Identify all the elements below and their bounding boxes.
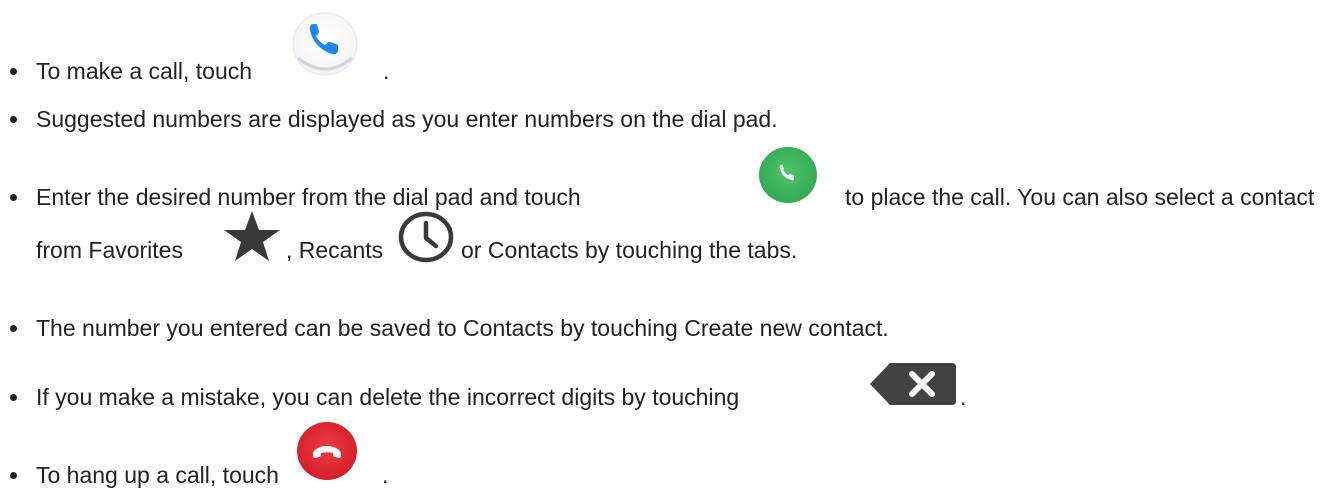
item-text: or Contacts by touching the tabs. <box>461 237 798 263</box>
green-call-button-icon <box>744 143 832 207</box>
bullet <box>10 116 17 123</box>
list-item: To make a call, touch . <box>0 12 1329 85</box>
list-item: The number you entered can be saved to C… <box>0 314 1329 342</box>
item-text-end: . <box>383 58 390 84</box>
bullet <box>10 325 17 332</box>
list-item: Suggested numbers are displayed as you e… <box>0 105 1329 133</box>
item-text: Suggested numbers are displayed as you e… <box>36 106 778 132</box>
clock-icon <box>398 211 454 263</box>
item-text: , Recants <box>286 237 384 263</box>
star-icon <box>222 209 282 263</box>
document-page: To make a call, touch . Suggested number… <box>0 0 1329 496</box>
list-item: To hang up a call, touch . <box>0 422 1329 489</box>
backspace-delete-icon <box>868 361 958 407</box>
item-text: To hang up a call, touch <box>36 462 279 488</box>
item-text: from Favorites <box>36 237 183 263</box>
item-text: The number you entered can be saved to C… <box>36 315 889 341</box>
bullet <box>10 472 17 479</box>
item-text-end: . <box>382 462 389 488</box>
item-text-end: . <box>960 384 967 410</box>
bullet <box>10 68 17 75</box>
item-text-continued: to place the call. You can also select a… <box>845 184 1315 210</box>
bullet <box>10 394 17 401</box>
list-item: If you make a mistake, you can delete th… <box>0 363 1329 411</box>
item-text: To make a call, touch <box>36 58 253 84</box>
list-item: Enter the desired number from the dial p… <box>0 147 1329 211</box>
item-text: If you make a mistake, you can delete th… <box>36 384 740 410</box>
phone-app-icon <box>281 8 369 78</box>
item-text: Enter the desired number from the dial p… <box>36 184 581 210</box>
list-item-continuation: from Favorites , Recants or Contacts by … <box>0 211 1329 264</box>
bullet <box>10 194 17 201</box>
red-end-call-button-icon <box>283 418 371 484</box>
